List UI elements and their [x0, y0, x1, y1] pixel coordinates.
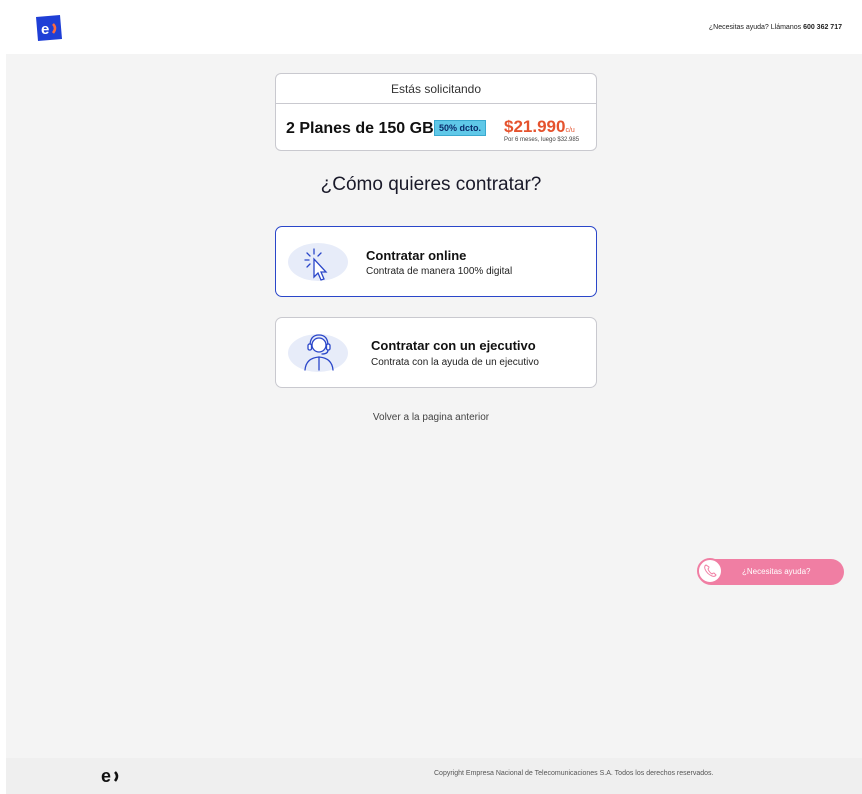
option-subtitle: Contrata con la ayuda de un ejecutivo	[371, 357, 539, 368]
help-floating-button[interactable]: ¿Necesitas ayuda?	[697, 558, 844, 585]
main-content	[6, 54, 862, 758]
option-title: Contratar online	[366, 248, 467, 263]
help-button-label: ¿Necesitas ayuda?	[742, 567, 811, 576]
price-value: $21.990	[504, 117, 566, 136]
header-help-text: ¿Necesitas ayuda? Llámanos 600 362 717	[709, 24, 842, 31]
price: $21.990c/u	[504, 117, 575, 137]
summary-heading: Estás solicitando	[276, 74, 596, 104]
price-unit: c/u	[565, 127, 575, 134]
back-link-label[interactable]: Volver a la pagina anterior	[373, 412, 489, 423]
option-title: Contratar con un ejecutivo	[371, 338, 536, 353]
price-note: Por 6 meses, luego $32.985	[504, 137, 580, 143]
svg-text:e: e	[41, 21, 49, 38]
copyright-text: Copyright Empresa Nacional de Telecomuni…	[434, 770, 714, 777]
contract-executive-option[interactable]: Contratar con un ejecutivo Contrata con …	[275, 317, 597, 388]
discount-badge: 50% dcto.	[434, 120, 487, 136]
help-phone[interactable]: 600 362 717	[803, 24, 842, 31]
entel-footer-logo[interactable]: e	[101, 766, 129, 786]
help-prefix: ¿Necesitas ayuda? Llámanos	[708, 24, 802, 31]
header: e ¿Necesitas ayuda? Llámanos 600 362 717	[0, 0, 862, 54]
plan-name: 2 Planes de 150 GB	[286, 120, 434, 137]
phone-icon	[704, 564, 717, 577]
contract-online-option[interactable]: Contratar online Contrata de manera 100%…	[275, 226, 597, 297]
entel-logo[interactable]: e	[33, 14, 63, 42]
headset-agent-icon	[304, 334, 334, 371]
svg-text:e: e	[101, 766, 111, 786]
option-subtitle: Contrata de manera 100% digital	[366, 266, 513, 277]
summary-body: 2 Planes de 150 GB 50% dcto. $21.990c/u …	[276, 104, 596, 152]
order-summary-card: Estás solicitando 2 Planes de 150 GB 50%…	[275, 73, 597, 151]
cursor-click-icon	[304, 248, 328, 281]
footer: e Copyright Empresa Nacional de Telecomu…	[6, 758, 862, 794]
help-icon-circle	[697, 558, 723, 584]
page-title: ¿Cómo quieres contratar?	[320, 174, 542, 195]
back-link[interactable]: Volver a la pagina anterior	[0, 412, 862, 423]
